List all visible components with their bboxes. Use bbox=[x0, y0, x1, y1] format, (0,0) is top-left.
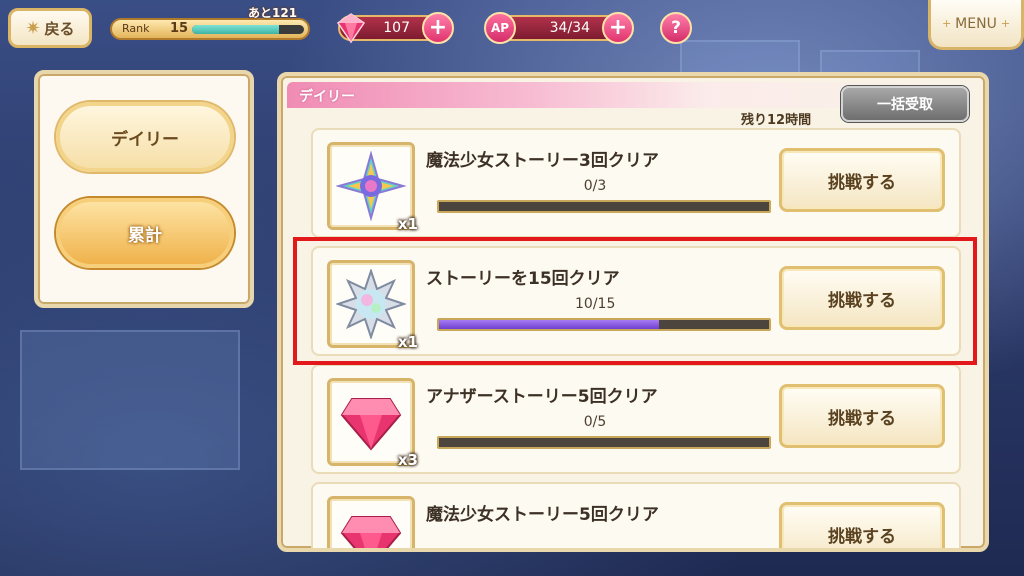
panel-title: デイリー bbox=[299, 89, 355, 105]
pink-gem-icon bbox=[340, 398, 402, 451]
sparkle-icon: + bbox=[941, 17, 952, 30]
rainbow-star-icon bbox=[336, 151, 406, 221]
help-button[interactable]: ? bbox=[660, 12, 692, 44]
tab-cumulative[interactable]: 累計 bbox=[56, 198, 234, 268]
rank-value: 15 bbox=[170, 21, 189, 36]
tab-daily[interactable]: デイリー bbox=[56, 102, 234, 172]
reward-slot bbox=[327, 496, 415, 548]
reward-quantity: x1 bbox=[397, 215, 418, 233]
sparkle-icon: ✷ bbox=[25, 17, 41, 39]
mission-progress-bar bbox=[437, 436, 771, 449]
reward-slot: x1 bbox=[327, 142, 418, 233]
menu-label: MENU bbox=[955, 15, 997, 32]
add-gems-button[interactable]: + bbox=[422, 12, 454, 44]
back-button[interactable]: ✷ 戻る bbox=[8, 8, 92, 48]
challenge-button[interactable]: 挑戦する bbox=[779, 502, 945, 548]
background-window bbox=[20, 330, 240, 470]
rank-label: Rank bbox=[122, 22, 150, 35]
highlight-box bbox=[293, 237, 977, 365]
challenge-button[interactable]: 挑戦する bbox=[779, 384, 945, 448]
ap-icon: AP bbox=[484, 12, 516, 44]
mission-progress-text: 0/3 bbox=[583, 178, 607, 194]
gem-counter: 107 + bbox=[336, 12, 454, 44]
mission-title: アナザーストーリー5回クリア bbox=[426, 387, 658, 407]
rank-next-exp: あと121 bbox=[248, 6, 298, 20]
back-label: 戻る bbox=[44, 19, 75, 38]
challenge-button[interactable]: 挑戦する bbox=[779, 148, 945, 212]
ap-value: 34/34 bbox=[549, 20, 590, 36]
plus-icon: + bbox=[428, 15, 448, 40]
rank-bar: Rank 15 bbox=[110, 18, 310, 40]
add-ap-button[interactable]: + bbox=[602, 12, 634, 44]
mission-progress-text: 0/5 bbox=[583, 414, 607, 430]
mission-progress-bar bbox=[437, 200, 771, 213]
sparkle-icon: + bbox=[1000, 17, 1011, 30]
mission-category-panel: デイリー 累計 bbox=[34, 70, 254, 308]
rank-gauge bbox=[192, 25, 304, 34]
reward-slot: x3 bbox=[327, 378, 418, 469]
mission-title: 魔法少女ストーリー5回クリア bbox=[426, 505, 659, 525]
mission-item: 魔法少女ストーリー5回クリア 挑戦する bbox=[311, 482, 961, 548]
bulk-receive-button[interactable]: 一括受取 bbox=[841, 86, 969, 122]
mission-title: 魔法少女ストーリー3回クリア bbox=[426, 151, 659, 171]
mission-item: x1 魔法少女ストーリー3回クリア 0/3 挑戦する bbox=[311, 128, 961, 238]
rank-gauge-fill bbox=[192, 25, 280, 34]
remaining-time: 残り12時間 bbox=[741, 113, 812, 128]
plus-icon: + bbox=[608, 15, 628, 40]
mission-item: x3 アナザーストーリー5回クリア 0/5 挑戦する bbox=[311, 364, 961, 474]
pink-gem-icon bbox=[340, 516, 402, 548]
reward-quantity: x3 bbox=[397, 451, 418, 469]
ap-counter: AP 34/34 + bbox=[484, 12, 634, 44]
menu-button[interactable]: + MENU + bbox=[928, 0, 1024, 50]
gem-count: 107 bbox=[383, 20, 410, 36]
gem-icon bbox=[336, 13, 366, 44]
